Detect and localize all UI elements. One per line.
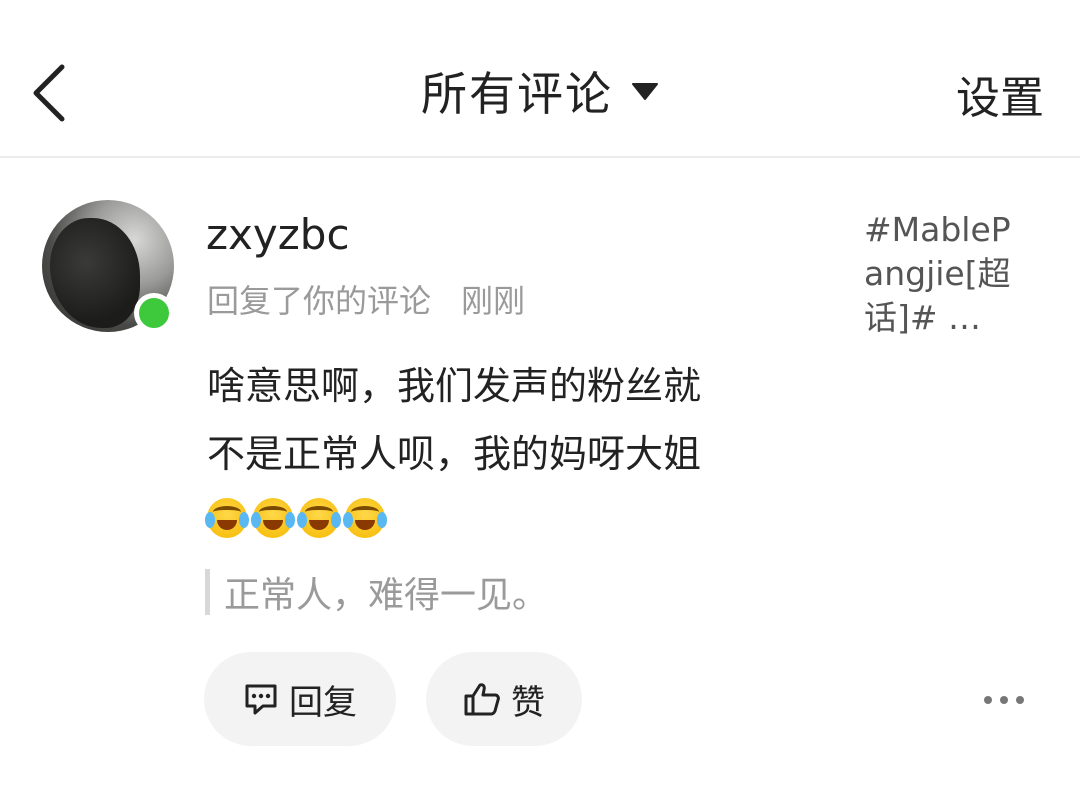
- comment-body: 啥意思啊，我们发声的粉丝就 不是正常人呗，我的妈呀大姐: [207, 352, 807, 488]
- quote-bar: [205, 569, 210, 615]
- thumbs-up-icon: [464, 683, 500, 716]
- more-options-button[interactable]: [984, 688, 1024, 712]
- comment-item: zxyzbc 回复了你的评论 刚刚 #MablePangjie[超话]# … 啥…: [0, 160, 1080, 788]
- filter-dropdown[interactable]: 所有评论: [0, 58, 1080, 124]
- top-bar: 所有评论 设置: [0, 0, 1080, 158]
- reply-label: 回复: [289, 682, 357, 723]
- quoted-text: 正常人，难得一见。: [224, 575, 549, 616]
- crying-laughing-emoji-icon: [251, 498, 295, 538]
- username[interactable]: zxyzbc: [206, 210, 350, 259]
- page-title: 所有评论: [421, 67, 613, 121]
- more-horizontal-icon: [984, 696, 992, 704]
- like-button[interactable]: 赞: [426, 652, 582, 746]
- emoji-row: [205, 498, 387, 538]
- topic-link[interactable]: #MablePangjie[超话]# …: [864, 208, 1024, 340]
- comment-body-line: 不是正常人呗，我的妈呀大姐: [207, 432, 702, 476]
- crying-laughing-emoji-icon: [343, 498, 387, 538]
- timestamp: 刚刚: [461, 282, 526, 320]
- comment-bubble-icon: [245, 684, 277, 715]
- comment-body-line: 啥意思啊，我们发声的粉丝就: [207, 364, 702, 408]
- comment-meta: 回复了你的评论 刚刚: [207, 276, 525, 322]
- more-dot: [1000, 696, 1008, 704]
- avatar-photo: [50, 218, 140, 328]
- reply-button[interactable]: 回复: [204, 652, 396, 746]
- caret-down-icon: [632, 83, 658, 100]
- quoted-comment[interactable]: 正常人，难得一见。: [205, 568, 548, 616]
- crying-laughing-emoji-icon: [297, 498, 341, 538]
- online-status-dot: [134, 293, 174, 333]
- like-label: 赞: [511, 682, 545, 723]
- action-text: 回复了你的评论: [207, 282, 432, 320]
- more-dot: [1016, 696, 1024, 704]
- crying-laughing-emoji-icon: [205, 498, 249, 538]
- settings-button[interactable]: 设置: [956, 62, 1044, 126]
